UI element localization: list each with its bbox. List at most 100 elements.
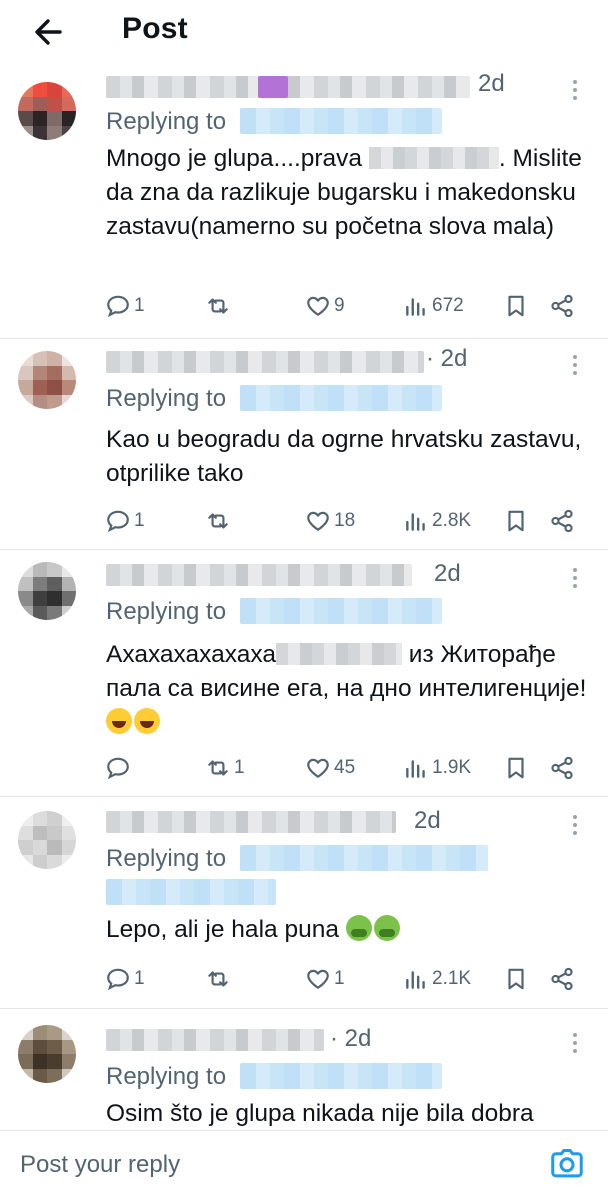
post-time[interactable]: · 2d — [330, 1025, 371, 1053]
repost-count: 1 — [234, 757, 245, 778]
heart-icon — [307, 296, 329, 316]
avatar[interactable] — [18, 811, 76, 869]
share-icon — [551, 756, 573, 780]
like-button[interactable]: 9 — [305, 290, 345, 322]
reply-icon — [107, 510, 129, 533]
reply-icon — [107, 757, 129, 780]
repost-icon — [208, 760, 228, 776]
reply-text: Osim što je glupa nikada nije bila dobra — [106, 1100, 534, 1127]
more-options-button[interactable] — [566, 811, 584, 837]
post-time[interactable]: 2d — [414, 807, 441, 835]
reply-input[interactable]: Post your reply — [20, 1147, 500, 1183]
top-bar: Post — [0, 0, 608, 70]
share-button[interactable] — [549, 505, 575, 537]
action-bar: 1 18 2.8K — [0, 505, 608, 537]
like-count: 9 — [334, 295, 345, 316]
reply-button[interactable]: 1 — [105, 963, 145, 995]
reply-text: Lepo, ali je hala puna — [106, 913, 590, 947]
like-button[interactable]: 18 — [305, 505, 355, 537]
views-button[interactable]: 2.1K — [403, 963, 471, 995]
bookmark-icon — [508, 510, 524, 532]
replies-feed[interactable]: 2d Replying to Mnogo je glupa....prava .… — [0, 70, 608, 1130]
replying-to-handle[interactable] — [240, 1063, 442, 1089]
reply-button[interactable]: 1 — [105, 290, 145, 322]
reply-item[interactable]: 2d Replying to Mnogo je glupa....prava .… — [0, 70, 608, 339]
camera-icon — [551, 1149, 583, 1178]
bookmark-button[interactable] — [503, 290, 529, 322]
views-chart-icon — [406, 513, 425, 531]
author-name[interactable] — [106, 76, 470, 98]
replying-to-handle[interactable] — [240, 598, 442, 624]
heart-icon — [307, 969, 329, 989]
avatar[interactable] — [18, 562, 76, 620]
reply-item[interactable]: 2d Replying to Ахахахахахаха из Житорађе… — [0, 550, 608, 797]
bookmark-button[interactable] — [503, 752, 529, 784]
views-button[interactable]: 672 — [403, 290, 464, 322]
reply-count: 1 — [134, 510, 145, 531]
more-options-button[interactable] — [566, 76, 584, 102]
reply-item[interactable]: · 2d Replying to Osim što je glupa nikad… — [0, 1009, 608, 1130]
share-icon — [551, 967, 573, 991]
share-button[interactable] — [549, 290, 575, 322]
action-bar: 1 45 1.9K — [0, 752, 608, 784]
bookmark-icon — [508, 295, 524, 317]
verified-badge — [258, 76, 288, 98]
views-count: 1.9K — [432, 757, 472, 778]
arrow-left-icon — [35, 19, 62, 45]
views-button[interactable]: 1.9K — [403, 752, 471, 784]
replying-to-handle[interactable] — [106, 879, 276, 905]
more-options-button[interactable] — [566, 1029, 584, 1055]
views-button[interactable]: 2.8K — [403, 505, 471, 537]
repost-button[interactable] — [205, 290, 234, 322]
post-time[interactable]: 2d — [478, 70, 505, 98]
repost-button[interactable]: 1 — [205, 752, 245, 784]
reply-text: Mnogo je glupa....prava . Mislite da zna… — [106, 145, 582, 240]
bookmark-button[interactable] — [503, 505, 529, 537]
views-count: 2.8K — [432, 510, 472, 531]
avatar[interactable] — [18, 351, 76, 409]
repost-icon — [208, 971, 228, 987]
share-button[interactable] — [549, 963, 575, 995]
repost-button[interactable] — [205, 505, 234, 537]
share-button[interactable] — [549, 752, 575, 784]
replying-to-label: Replying to — [106, 108, 227, 135]
reply-button[interactable]: 1 — [105, 505, 145, 537]
post-time[interactable]: 2d — [434, 560, 461, 588]
bookmark-icon — [508, 757, 524, 779]
more-options-button[interactable] — [566, 564, 584, 590]
more-options-button[interactable] — [566, 351, 584, 377]
like-count: 45 — [334, 757, 356, 778]
repost-icon — [208, 298, 228, 314]
avatar[interactable] — [18, 82, 76, 140]
reply-item[interactable]: · 2d Replying to Kao u beogradu da ogrne… — [0, 339, 608, 550]
replying-to-handle[interactable] — [240, 845, 488, 871]
redacted-text — [275, 643, 402, 665]
like-button[interactable]: 45 — [305, 752, 355, 784]
views-chart-icon — [406, 760, 425, 778]
author-name[interactable] — [106, 811, 396, 833]
repost-button[interactable] — [205, 963, 234, 995]
action-bar: 1 1 2.1K — [0, 963, 608, 995]
replying-to-label: Replying to — [106, 1063, 227, 1090]
replying-to-handle[interactable] — [240, 385, 442, 411]
author-name[interactable] — [106, 351, 424, 373]
rolling-on-floor-laughing-emoji-icon — [106, 708, 132, 734]
back-button[interactable] — [30, 12, 70, 52]
like-count: 18 — [334, 510, 356, 531]
views-chart-icon — [406, 298, 425, 316]
author-name[interactable] — [106, 564, 412, 586]
reply-button[interactable] — [105, 752, 134, 784]
post-time[interactable]: · 2d — [426, 345, 467, 373]
reply-icon — [107, 295, 129, 318]
nauseated-face-emoji-icon — [345, 915, 372, 941]
repost-icon — [208, 513, 228, 529]
replying-to-handle[interactable] — [240, 108, 442, 134]
like-button[interactable]: 1 — [305, 963, 345, 995]
author-name[interactable] — [106, 1029, 324, 1051]
bookmark-button[interactable] — [503, 963, 529, 995]
avatar[interactable] — [18, 1025, 76, 1083]
tears-of-joy-emoji-icon — [134, 708, 160, 734]
reply-text: Ахахахахахаха из Житорађе пала са висине… — [106, 638, 590, 740]
camera-button[interactable] — [548, 1145, 586, 1183]
reply-item[interactable]: 2d Replying to Lepo, ali je hala puna 1 … — [0, 797, 608, 1009]
